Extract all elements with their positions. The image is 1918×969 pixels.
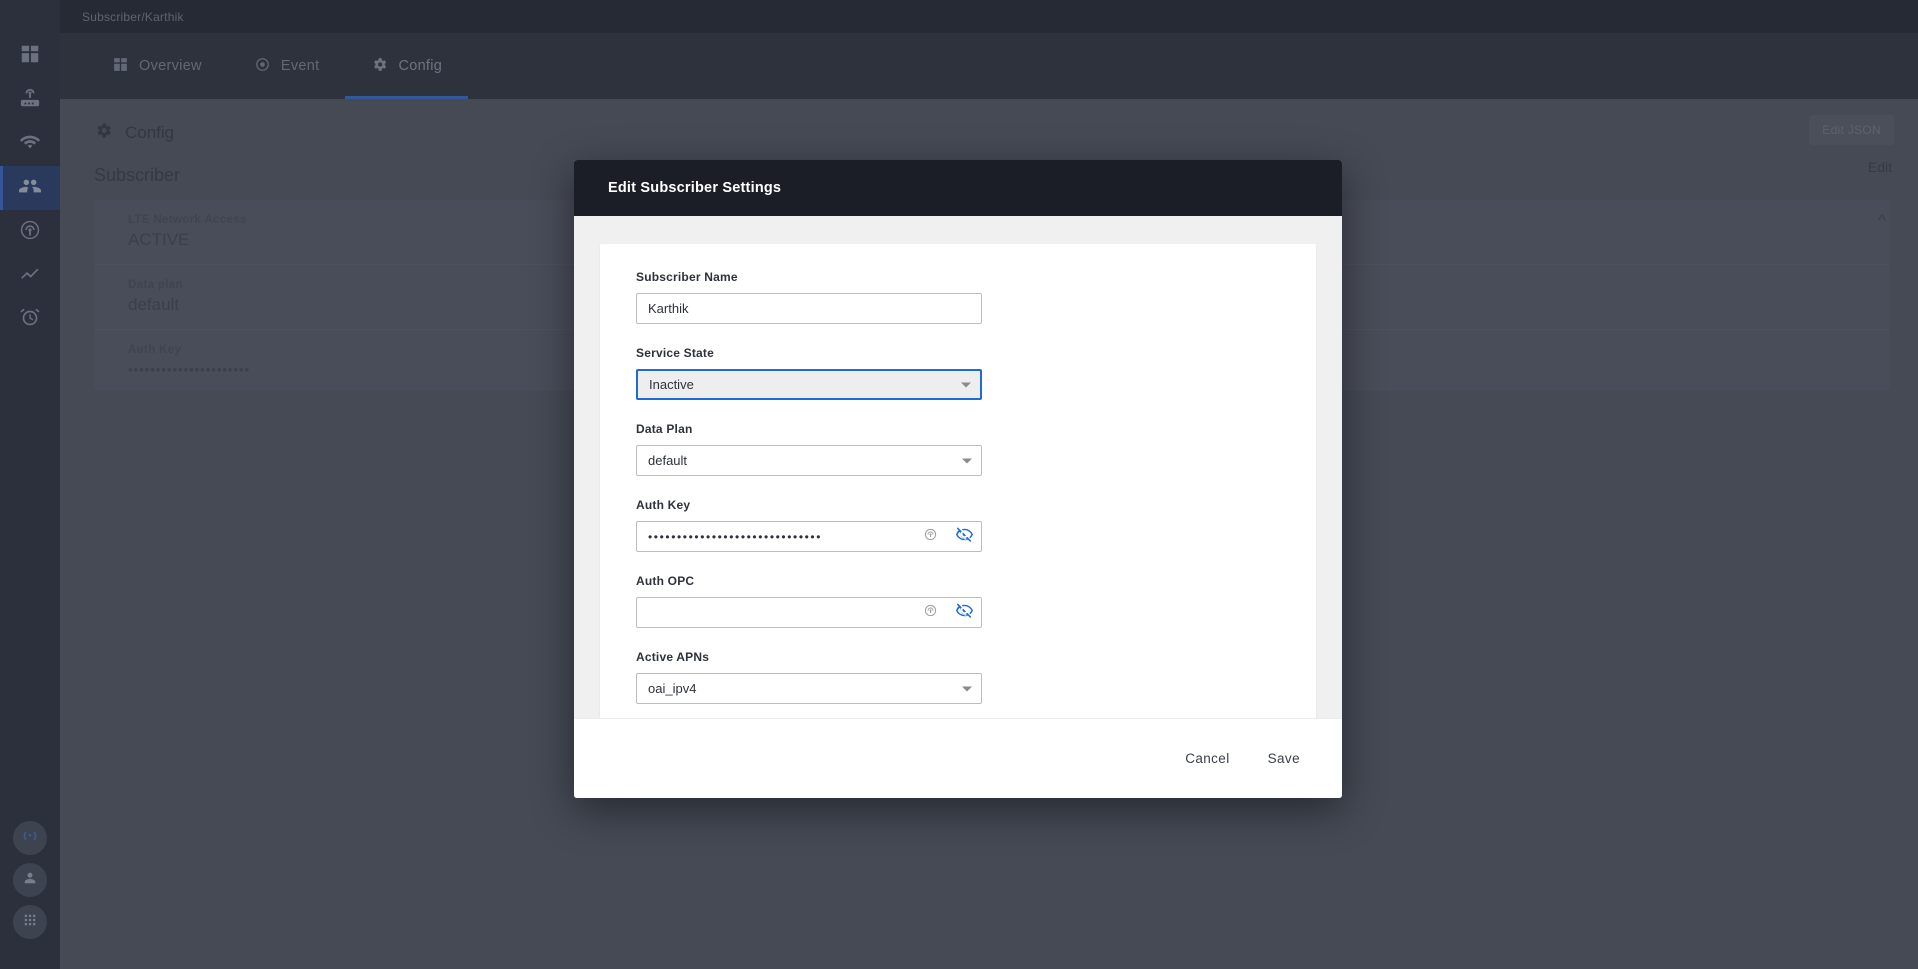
modal-body: Subscriber Name Service State Inactive (574, 216, 1342, 718)
active-apns-value: oai_ipv4 (648, 681, 696, 696)
service-state-value: Inactive (649, 377, 694, 392)
input-wrap (636, 293, 982, 324)
field-active-apns: Active APNs oai_ipv4 (600, 650, 1316, 704)
field-auth-key: Auth Key (600, 498, 1316, 552)
data-plan-value: default (648, 453, 687, 468)
chevron-down-icon (961, 382, 971, 387)
field-label: Data Plan (636, 422, 1316, 436)
save-button[interactable]: Save (1256, 742, 1312, 775)
field-service-state: Service State Inactive (600, 346, 1316, 400)
service-state-select[interactable]: Inactive (636, 369, 982, 400)
edit-subscriber-modal: Edit Subscriber Settings Subscriber Name… (574, 160, 1342, 798)
field-label: Auth OPC (636, 574, 1316, 588)
input-wrap (636, 597, 982, 628)
chevron-down-icon (962, 686, 972, 691)
cancel-button[interactable]: Cancel (1173, 742, 1241, 775)
modal-header: Edit Subscriber Settings (574, 160, 1342, 216)
field-label: Subscriber Name (636, 270, 1316, 284)
field-data-plan: Data Plan default (600, 422, 1316, 476)
field-auth-opc: Auth OPC (600, 574, 1316, 628)
input-wrap (636, 521, 982, 552)
settings-form: Subscriber Name Service State Inactive (600, 244, 1316, 718)
input-wrap: oai_ipv4 (636, 673, 982, 704)
refresh-icon[interactable] (923, 527, 938, 547)
subscriber-name-input[interactable] (636, 293, 982, 324)
app-root: Subscriber/Karthik Overview Event Conf (0, 0, 1918, 969)
chevron-down-icon (962, 458, 972, 463)
field-label: Auth Key (636, 498, 1316, 512)
refresh-icon[interactable] (923, 603, 938, 623)
visibility-off-icon[interactable] (955, 525, 974, 549)
active-apns-select[interactable]: oai_ipv4 (636, 673, 982, 704)
data-plan-select[interactable]: default (636, 445, 982, 476)
auth-opc-actions (923, 601, 974, 625)
input-wrap: default (636, 445, 982, 476)
field-subscriber-name: Subscriber Name (600, 270, 1316, 324)
modal-footer: Cancel Save (574, 718, 1342, 798)
visibility-off-icon[interactable] (955, 601, 974, 625)
modal-title: Edit Subscriber Settings (608, 180, 781, 196)
field-label: Active APNs (636, 650, 1316, 664)
input-wrap: Inactive (636, 369, 982, 400)
field-label: Service State (636, 346, 1316, 360)
auth-key-actions (923, 525, 974, 549)
